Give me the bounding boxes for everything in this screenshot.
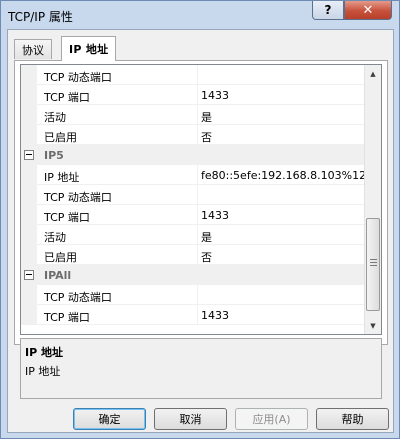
property-row[interactable]: TCP 端口 1433 <box>21 205 365 225</box>
column-divider <box>197 85 198 105</box>
column-divider <box>197 165 198 185</box>
category-name: IP5 <box>44 149 64 162</box>
property-name: 已启用 <box>44 131 77 144</box>
collapse-icon[interactable] <box>24 150 34 160</box>
column-divider <box>197 65 198 85</box>
column-divider <box>197 225 198 245</box>
property-name: TCP 端口 <box>44 91 90 104</box>
property-grid[interactable]: TCP 动态端口 TCP 端口 1433 活动是已启用否 IP5 IP 地址 fe80::5… <box>20 64 382 335</box>
row-gutter <box>21 85 37 105</box>
property-row[interactable]: TCP 动态端口 <box>21 285 365 305</box>
row-gutter <box>21 285 37 305</box>
column-divider <box>197 205 198 225</box>
help-button[interactable]: 帮助 <box>316 408 389 430</box>
row-gutter <box>21 105 37 125</box>
property-row[interactable]: 活动 是 <box>21 105 365 125</box>
arrow-up-icon: ▲ <box>370 69 376 78</box>
column-divider <box>197 285 198 305</box>
properties-dialog: TCP/IP 属性 ? ✕ 协议 IP 地址 TCP 动态端口 TCP 端口 143… <box>0 0 400 439</box>
apply-button[interactable]: 应用(A) <box>235 408 308 430</box>
property-row[interactable]: TCP 动态端口 <box>21 185 365 205</box>
column-divider <box>197 125 198 145</box>
property-row[interactable]: TCP 动态端口 <box>21 65 365 85</box>
tab-label: 协议 <box>22 43 44 57</box>
column-divider <box>197 245 198 265</box>
column-divider <box>197 305 198 325</box>
property-name: 已启用 <box>44 251 77 264</box>
tab-panel: TCP 动态端口 TCP 端口 1433 活动是已启用否 IP5 IP 地址 fe80::5… <box>14 60 388 399</box>
property-grid-rows: TCP 动态端口 TCP 端口 1433 活动是已启用否 IP5 IP 地址 fe80::5… <box>21 65 366 325</box>
description-title: IP 地址 <box>25 346 63 359</box>
property-name: IP 地址 <box>44 171 80 184</box>
property-name: TCP 动态端口 <box>44 291 112 304</box>
scroll-up-button[interactable]: ▲ <box>365 65 381 82</box>
window-title: TCP/IP 属性 <box>8 10 73 24</box>
tab-label: IP 地址 <box>69 43 109 56</box>
property-name: TCP 端口 <box>44 311 90 324</box>
property-value[interactable]: 是 <box>201 229 212 245</box>
tab-protocol[interactable]: 协议 <box>14 39 52 59</box>
scroll-down-button[interactable]: ▼ <box>365 317 381 334</box>
property-name: TCP 动态端口 <box>44 71 112 84</box>
row-gutter <box>21 305 37 325</box>
close-icon: ✕ <box>362 2 374 18</box>
description-panel: IP 地址 IP 地址 <box>20 338 382 399</box>
property-name: TCP 端口 <box>44 211 90 224</box>
help-title-button[interactable]: ? <box>312 1 344 20</box>
property-value[interactable]: 否 <box>201 129 212 145</box>
row-gutter <box>21 185 37 205</box>
property-value[interactable]: 1433 <box>201 209 229 222</box>
collapse-icon[interactable] <box>24 270 34 280</box>
category-row[interactable]: IPAll <box>21 265 365 285</box>
tab-ip-address[interactable]: IP 地址 <box>61 36 117 61</box>
arrow-down-icon: ▼ <box>370 321 376 330</box>
question-icon: ? <box>324 3 332 17</box>
column-divider <box>197 185 198 205</box>
property-name: TCP 动态端口 <box>44 191 112 204</box>
property-value[interactable]: 1433 <box>201 309 229 322</box>
property-row[interactable]: 已启用 否 <box>21 245 365 265</box>
grip-icon <box>370 259 377 266</box>
property-name: 活动 <box>44 111 66 124</box>
property-row[interactable]: TCP 端口 1433 <box>21 305 365 325</box>
property-row[interactable]: 活动 是 <box>21 225 365 245</box>
dialog-client-area: 协议 IP 地址 TCP 动态端口 TCP 端口 1433 活动是已启用否 IP5 IP … <box>7 29 394 433</box>
property-value[interactable]: 否 <box>201 249 212 265</box>
row-gutter <box>21 205 37 225</box>
row-gutter <box>21 225 37 245</box>
property-row[interactable]: IP 地址 fe80::5efe:192.168.8.103%12 <box>21 165 366 185</box>
close-button[interactable]: ✕ <box>344 1 392 20</box>
category-name: IPAll <box>44 269 72 282</box>
property-value[interactable]: 1433 <box>201 89 229 102</box>
row-gutter <box>21 165 37 185</box>
property-row[interactable]: 已启用 否 <box>21 125 365 145</box>
cancel-button[interactable]: 取消 <box>154 408 227 430</box>
row-gutter <box>21 245 37 265</box>
column-divider <box>197 105 198 125</box>
vertical-scrollbar[interactable]: ▲ ▼ <box>364 65 381 334</box>
ok-button[interactable]: 确定 <box>73 408 146 430</box>
category-row[interactable]: IP5 <box>21 145 365 165</box>
property-value[interactable]: 是 <box>201 109 212 125</box>
description-text: IP 地址 <box>25 365 61 378</box>
scroll-thumb[interactable] <box>366 218 380 311</box>
row-gutter <box>21 65 37 85</box>
row-gutter <box>21 125 37 145</box>
property-name: 活动 <box>44 231 66 244</box>
title-bar[interactable]: TCP/IP 属性 ? ✕ <box>1 1 399 29</box>
property-value[interactable]: fe80::5efe:192.168.8.103%12 <box>201 169 366 182</box>
property-row[interactable]: TCP 端口 1433 <box>21 85 365 105</box>
